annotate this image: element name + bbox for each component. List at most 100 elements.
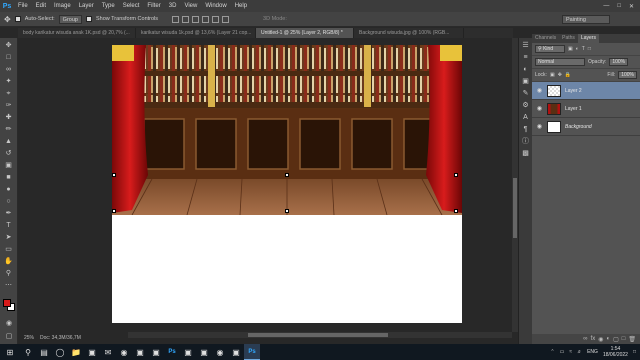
opacity-field[interactable]: 100%	[609, 58, 629, 66]
character-icon[interactable]: A	[522, 114, 530, 122]
visibility-eye-icon[interactable]: ◉	[536, 87, 543, 94]
gradient-tool-icon[interactable]: ■	[3, 173, 15, 182]
align-vcenter-icon[interactable]	[182, 15, 190, 23]
edge-icon[interactable]: ◯	[52, 344, 68, 360]
zoom-level[interactable]: 25%	[24, 335, 34, 341]
auto-select-checkbox[interactable]	[14, 16, 21, 22]
menu-select[interactable]: Select	[119, 3, 144, 9]
layer-row[interactable]: ◉ Background	[532, 118, 640, 136]
layer-row[interactable]: ◉ Layer 2	[532, 82, 640, 100]
brushes-icon[interactable]: ✎	[522, 90, 530, 98]
tab-background-wisuda[interactable]: Background wisuda.jpg @ 100% (RGB...	[354, 28, 464, 38]
type-tool-icon[interactable]: T	[3, 221, 15, 230]
chrome-icon[interactable]: ◉	[116, 344, 132, 360]
lock-pixels-icon[interactable]: ▣	[550, 72, 555, 78]
move-tool-icon[interactable]: ✥	[3, 41, 15, 50]
screen-mode-icon[interactable]: ▢	[3, 332, 15, 341]
menu-help[interactable]: Help	[231, 3, 251, 9]
clock[interactable]: 1:54 18/06/2022	[603, 346, 628, 358]
quick-mask-icon[interactable]: ◉	[3, 319, 15, 328]
shape-tool-icon[interactable]: ▭	[3, 245, 15, 254]
new-group-icon[interactable]: ▢	[613, 336, 619, 343]
visibility-eye-icon[interactable]: ◉	[536, 105, 543, 112]
eyedropper-tool-icon[interactable]: ✑	[3, 101, 15, 110]
layer-style-icon[interactable]: fx	[591, 336, 596, 342]
zoom-tool-icon[interactable]: ⚲	[3, 269, 15, 278]
properties-icon[interactable]: ≡	[522, 54, 530, 62]
dodge-tool-icon[interactable]: ○	[3, 197, 15, 206]
adjustment-layer-icon[interactable]: ◐	[606, 336, 610, 342]
tab-untitled-1[interactable]: Untitled-1 @ 25% (Layer 2, RGB/8) *	[256, 28, 354, 38]
crop-tool-icon[interactable]: ⌖	[3, 89, 15, 98]
tab-layers[interactable]: Layers	[577, 34, 599, 43]
eraser-tool-icon[interactable]: ▣	[3, 161, 15, 170]
photoshop-active-taskbar-icon[interactable]: Ps	[244, 344, 260, 360]
history-icon[interactable]: ☰	[522, 42, 530, 50]
menu-filter[interactable]: Filter	[143, 3, 164, 9]
lasso-tool-icon[interactable]: ∞	[3, 65, 15, 74]
adjustments-icon[interactable]: ◐	[522, 66, 530, 74]
visibility-eye-icon[interactable]: ◉	[536, 123, 543, 130]
document-canvas[interactable]	[112, 45, 462, 323]
minimize-icon[interactable]: —	[603, 3, 609, 10]
transform-handle[interactable]	[112, 209, 116, 213]
clone-stamp-tool-icon[interactable]: ▲	[3, 137, 15, 146]
search-icon[interactable]: ⚲	[20, 344, 36, 360]
wifi-icon[interactable]: ≈	[569, 349, 572, 355]
more-tools-icon[interactable]: ⋯	[3, 281, 15, 290]
close-icon[interactable]: ✕	[629, 3, 634, 10]
app-icon[interactable]: ▣	[132, 344, 148, 360]
history-brush-tool-icon[interactable]: ↺	[3, 149, 15, 158]
new-layer-icon[interactable]: □	[622, 336, 626, 342]
pen-tool-icon[interactable]: ✒	[3, 209, 15, 218]
lock-position-icon[interactable]: ✥	[558, 72, 562, 78]
align-right-icon[interactable]	[222, 15, 230, 23]
workspace-dropdown[interactable]: Painting	[562, 14, 610, 24]
photoshop-taskbar-icon[interactable]: Ps	[164, 344, 180, 360]
link-layers-icon[interactable]: ∞	[583, 336, 587, 342]
tab-karikatur-wisuda[interactable]: karikatur wisuda 1k.psd @ 13,6% (Layer 2…	[136, 28, 256, 38]
tray-chevron-icon[interactable]: ⌃	[550, 349, 554, 355]
tab-body-karikatur[interactable]: body karikatur wisuda anak 1K.psd @ 20,7…	[18, 28, 136, 38]
hand-tool-icon[interactable]: ✋	[3, 257, 15, 266]
brush-tool-icon[interactable]: ✏	[3, 125, 15, 134]
menu-view[interactable]: View	[180, 3, 201, 9]
filter-shape-icon[interactable]: □	[588, 46, 591, 52]
add-mask-icon[interactable]: ◉	[598, 336, 603, 343]
transform-handle[interactable]	[285, 173, 289, 177]
transform-controls-checkbox[interactable]	[85, 16, 92, 22]
transform-handle[interactable]	[112, 173, 116, 177]
file-explorer-icon[interactable]: 📁	[68, 344, 84, 360]
blur-tool-icon[interactable]: ●	[3, 185, 15, 194]
move-tool-icon[interactable]: ✥	[4, 15, 11, 24]
align-left-icon[interactable]	[202, 15, 210, 23]
navigator-icon[interactable]: ▩	[522, 150, 530, 158]
menu-type[interactable]: Type	[98, 3, 119, 9]
marquee-tool-icon[interactable]: □	[3, 53, 15, 62]
volume-icon[interactable]: ♬	[577, 349, 582, 355]
kind-filter-dropdown[interactable]: ⚲ Kind	[535, 45, 565, 53]
filter-adjust-icon[interactable]: ◐	[576, 46, 579, 52]
layer-name[interactable]: Layer 1	[565, 106, 582, 112]
battery-icon[interactable]: ▭	[560, 349, 565, 355]
notification-icon[interactable]: □	[633, 349, 636, 355]
transform-handle[interactable]	[454, 173, 458, 177]
app-icon[interactable]: ◉	[212, 344, 228, 360]
info-icon[interactable]: ⓘ	[522, 138, 530, 146]
lock-all-icon[interactable]: 🔒	[565, 72, 571, 78]
fill-field[interactable]: 100%	[618, 71, 637, 79]
scroll-thumb[interactable]	[248, 333, 388, 337]
layer-name[interactable]: Layer 2	[565, 88, 582, 94]
app-icon[interactable]: ▣	[180, 344, 196, 360]
align-bottom-icon[interactable]	[192, 15, 200, 23]
menu-window[interactable]: Window	[201, 3, 230, 9]
path-select-tool-icon[interactable]: ➤	[3, 233, 15, 242]
canvas-workspace[interactable]	[18, 38, 512, 332]
blend-mode-dropdown[interactable]: Normal	[535, 58, 585, 66]
auto-select-dropdown[interactable]: Group	[58, 14, 82, 24]
menu-layer[interactable]: Layer	[75, 3, 98, 9]
transform-handle[interactable]	[454, 209, 458, 213]
foreground-color-swatch[interactable]	[3, 299, 11, 307]
task-view-icon[interactable]: ▤	[36, 344, 52, 360]
filter-pixel-icon[interactable]: ▣	[568, 46, 573, 52]
